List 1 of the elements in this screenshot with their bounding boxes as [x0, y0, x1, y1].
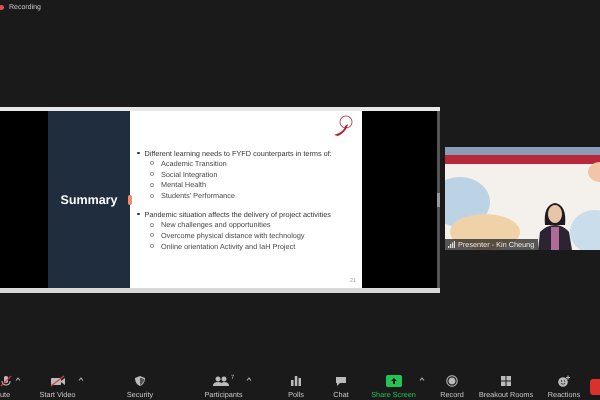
- slide-title: Summary: [60, 192, 118, 206]
